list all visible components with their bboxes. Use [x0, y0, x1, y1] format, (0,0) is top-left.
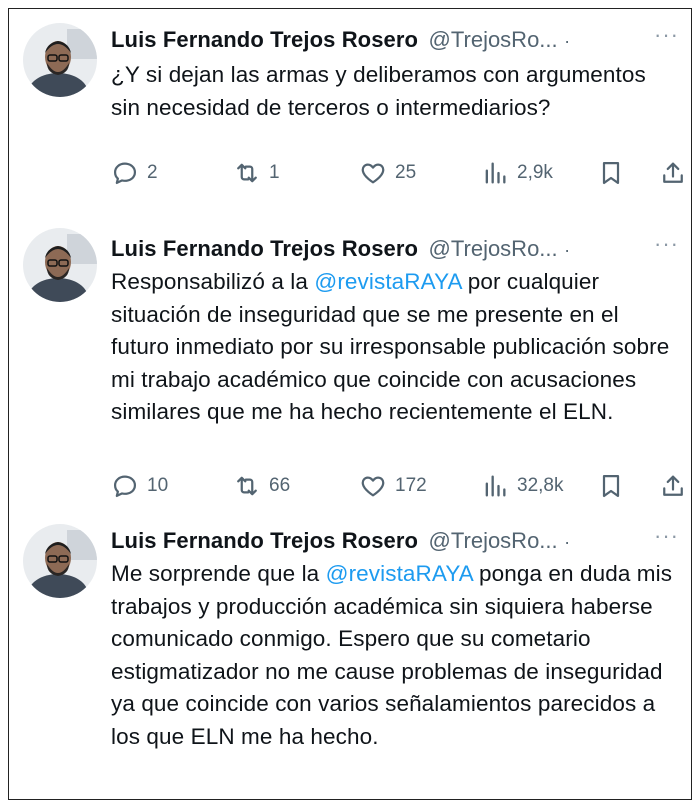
tweet-text-body: ¿Y si dejan las armas y deliberamos con …	[111, 62, 646, 120]
tweet-text-before: Responsabilizó a la	[111, 269, 315, 294]
avatar[interactable]	[23, 524, 97, 598]
views-count: 2,9k	[517, 162, 553, 183]
bookmark-button[interactable]	[597, 468, 625, 504]
reply-count: 10	[147, 475, 169, 496]
like-count: 172	[395, 475, 427, 496]
tweet-text: ¿Y si dejan las armas y deliberamos con …	[111, 59, 681, 124]
tweet-text: Responsabilizó a la @revistaRAYA por cua…	[111, 266, 681, 429]
views-button[interactable]: 2,9k	[481, 155, 553, 191]
share-button[interactable]	[659, 468, 687, 504]
reply-count: 2	[147, 162, 158, 183]
tweet-text-after: ponga en duda mis trabajos y producción …	[111, 561, 673, 749]
like-count: 25	[395, 162, 417, 183]
tweet-3[interactable]: Luis Fernando Trejos Rosero @TrejosRo...…	[9, 514, 693, 799]
retweet-button[interactable]: 66	[233, 468, 290, 504]
views-icon	[485, 475, 506, 497]
bookmark-icon	[602, 474, 620, 498]
mention-link[interactable]: @revistaRAYA	[314, 269, 461, 294]
separator-dot: ·	[564, 532, 571, 552]
views-button[interactable]: 32,8k	[481, 468, 563, 504]
tweet-actions: 2 1 25 2,9k	[111, 155, 683, 191]
tweet-actions: 10 66 172 32,8k	[111, 468, 683, 504]
tweet-header: Luis Fernando Trejos Rosero @TrejosRo...…	[111, 233, 693, 266]
tweet-2[interactable]: Luis Fernando Trejos Rosero @TrejosRo...…	[9, 214, 693, 514]
author-name[interactable]: Luis Fernando Trejos Rosero	[111, 236, 418, 261]
tweet-thread-frame: Luis Fernando Trejos Rosero @TrejosRo...…	[8, 8, 692, 800]
heart-icon	[361, 476, 385, 497]
views-icon	[485, 162, 506, 184]
more-options-icon[interactable]: ···	[654, 24, 679, 46]
share-button[interactable]	[659, 155, 687, 191]
tweet-header: Luis Fernando Trejos Rosero @TrejosRo...…	[111, 525, 693, 558]
tweet-text: Me sorprende que la @revistaRAYA ponga e…	[111, 558, 681, 753]
reply-button[interactable]: 2	[111, 155, 158, 191]
reply-icon	[113, 162, 137, 185]
tweet-1[interactable]: Luis Fernando Trejos Rosero @TrejosRo...…	[9, 9, 693, 214]
avatar[interactable]	[23, 23, 97, 97]
retweet-icon	[237, 476, 257, 496]
more-options-icon[interactable]: ···	[654, 233, 679, 255]
retweet-icon	[237, 163, 257, 183]
bookmark-button[interactable]	[597, 155, 625, 191]
separator-dot: ·	[564, 31, 571, 51]
reply-button[interactable]: 10	[111, 468, 168, 504]
like-button[interactable]: 172	[359, 468, 427, 504]
retweet-button[interactable]: 1	[233, 155, 280, 191]
like-button[interactable]: 25	[359, 155, 416, 191]
author-name[interactable]: Luis Fernando Trejos Rosero	[111, 27, 418, 52]
share-icon	[663, 162, 683, 183]
share-icon	[663, 475, 683, 496]
views-count: 32,8k	[517, 475, 564, 496]
avatar[interactable]	[23, 228, 97, 302]
mention-link[interactable]: @revistaRAYA	[326, 561, 473, 586]
retweet-count: 1	[269, 162, 280, 183]
retweet-count: 66	[269, 475, 291, 496]
tweet-header: Luis Fernando Trejos Rosero @TrejosRo...…	[111, 24, 693, 57]
author-handle[interactable]: @TrejosRo...	[429, 236, 558, 261]
author-handle[interactable]: @TrejosRo...	[429, 27, 558, 52]
more-options-icon[interactable]: ···	[654, 525, 679, 547]
separator-dot: ·	[564, 240, 571, 260]
author-name[interactable]: Luis Fernando Trejos Rosero	[111, 528, 418, 553]
heart-icon	[361, 163, 385, 184]
author-handle[interactable]: @TrejosRo...	[429, 528, 558, 553]
tweet-text-before: Me sorprende que la	[111, 561, 326, 586]
bookmark-icon	[602, 161, 620, 185]
reply-icon	[113, 475, 137, 498]
